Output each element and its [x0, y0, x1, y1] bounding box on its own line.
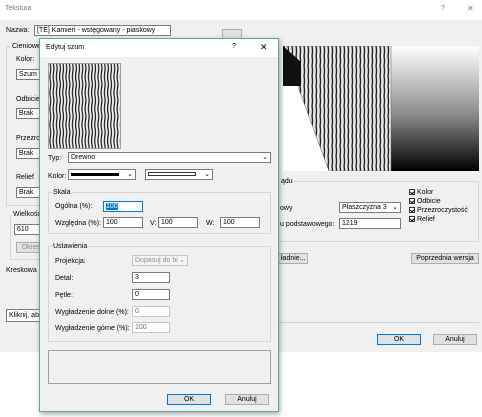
relative-scale-label: Względna (%):	[55, 220, 101, 227]
smooth-high-label: Wygładzenie górne (%):	[55, 325, 130, 332]
check-icon	[409, 189, 415, 196]
main-cancel-button[interactable]: Anuluj	[433, 334, 477, 345]
checkbox-transparency[interactable]: Przezroczystość	[409, 206, 479, 215]
edit-button[interactable]: ładnie...	[278, 253, 308, 264]
dialog-titlebar: Edytuj szum ? ✕	[40, 39, 278, 57]
base-field[interactable]: 1219	[339, 218, 401, 229]
projection-select-value: Dopasuj do bi	[135, 257, 178, 264]
smooth-low-field[interactable]: 0	[132, 306, 170, 317]
v-scale-field[interactable]: 100	[158, 217, 198, 228]
noise-preview	[48, 63, 121, 149]
base-label: u podstawowego:	[280, 221, 335, 228]
transparency-label: Przezro	[16, 135, 41, 142]
smooth-low-label: Wygładzenie dolne (%):	[55, 309, 129, 316]
checkbox-relief-label: Relief	[416, 216, 435, 223]
projection-label: owy	[280, 205, 293, 212]
reflection-label: Odbicie	[16, 96, 40, 103]
overall-scale-value: 100	[106, 203, 118, 210]
hatch-label: Kreskowa	[6, 267, 37, 274]
size-group-label: Wielkość	[12, 211, 43, 218]
mapping-group-label: ądu	[280, 178, 294, 185]
main-ok-button[interactable]: OK	[377, 334, 421, 345]
relief-label: Relief	[16, 174, 34, 181]
settings-group-label: Ustawienia	[52, 243, 89, 250]
apply-checkboxes: Kolor Odbicie Przezroczystość Relief	[409, 188, 479, 224]
description-area	[48, 350, 271, 384]
main-title: Tekstura	[5, 5, 32, 12]
name-field[interactable]: [TE] Kamień - wstęgowany - piaskowy	[34, 25, 171, 36]
v-scale-label: V:	[150, 220, 157, 227]
checkbox-reflection[interactable]: Odbicie	[409, 197, 479, 206]
chevron-down-icon: ⌄	[127, 171, 133, 178]
color-secondary-picker[interactable]: ⌄	[145, 169, 213, 180]
type-select[interactable]: Drewno ⌄	[68, 152, 271, 163]
checkbox-color[interactable]: Kolor	[409, 188, 479, 197]
texture-preview-image	[283, 46, 479, 171]
loops-label: Pętle:	[55, 292, 73, 299]
chevron-down-icon: ⌄	[392, 204, 398, 211]
color-label: Kolor:	[48, 173, 67, 180]
main-help-button[interactable]: ?	[441, 5, 445, 12]
color-swatch-secondary	[148, 172, 196, 176]
dialog-title: Edytuj szum	[46, 44, 85, 51]
checkbox-color-label: Kolor	[416, 189, 434, 196]
color-label: Kolor:	[16, 56, 35, 63]
loops-field[interactable]: 0	[132, 289, 170, 300]
w-scale-field[interactable]: 100	[220, 217, 260, 228]
main-close-button[interactable]: ✕	[467, 4, 474, 13]
w-scale-label: W:	[206, 220, 215, 227]
checkbox-relief[interactable]: Relief	[409, 215, 479, 224]
overall-scale-label: Ogólna (%):	[55, 203, 93, 210]
overall-scale-field[interactable]: 100	[103, 201, 143, 212]
dialog-ok-button[interactable]: OK	[167, 394, 211, 405]
projection-select-value: Płaszczyzna 3	[342, 204, 387, 211]
noise-dialog: Edytuj szum ? ✕ Typ: Drewno ⌄ Kolor: ⌄ ⌄…	[39, 38, 279, 412]
check-icon	[409, 207, 415, 214]
noise-preview-image	[49, 64, 120, 148]
name-label: Nazwa:	[6, 27, 30, 34]
check-icon	[409, 198, 415, 205]
projection-select[interactable]: Płaszczyzna 3 ⌄	[339, 202, 401, 213]
color-swatch-primary	[71, 173, 119, 176]
checkbox-reflection-label: Odbicie	[416, 198, 441, 205]
projection-select[interactable]: Dopasuj do bi ⌄	[132, 255, 188, 266]
chevron-down-icon: ⌄	[204, 171, 210, 178]
chevron-down-icon: ⌄	[179, 257, 185, 264]
detail-field[interactable]: 3	[132, 272, 170, 283]
type-select-value: Drewno	[71, 154, 96, 161]
projection-label: Projekcja:	[55, 258, 86, 265]
texture-preview	[283, 46, 479, 171]
detail-label: Detal:	[55, 275, 74, 282]
dialog-close-button[interactable]: ✕	[260, 42, 268, 53]
type-label: Typ:	[48, 155, 62, 162]
scale-group-label: Skala	[52, 189, 72, 196]
shading-group-label: Cieniowe	[11, 43, 42, 50]
previous-version-button[interactable]: Poprzednia wersja	[411, 253, 479, 264]
chevron-down-icon: ⌄	[262, 154, 268, 161]
checkbox-transparency-label: Przezroczystość	[416, 207, 468, 214]
color-primary-picker[interactable]: ⌄	[68, 169, 136, 180]
main-titlebar: Tekstura ? ✕	[0, 0, 482, 20]
dialog-help-button[interactable]: ?	[232, 43, 236, 50]
relative-scale-field[interactable]: 100	[103, 217, 143, 228]
check-icon	[409, 216, 415, 223]
dialog-cancel-button[interactable]: Anuluj	[225, 394, 269, 405]
smooth-high-field[interactable]: 100	[132, 322, 170, 333]
